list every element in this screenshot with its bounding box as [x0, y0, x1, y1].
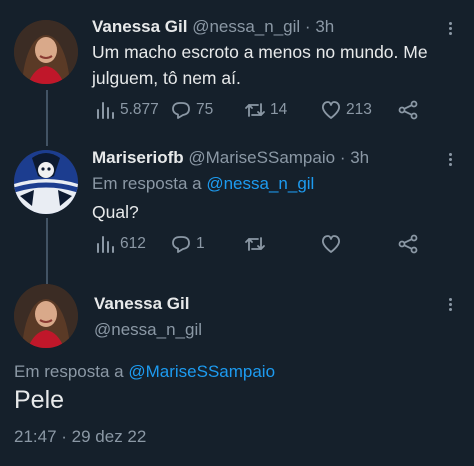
tweet-text: Qual?	[92, 202, 139, 222]
avatar[interactable]	[14, 150, 78, 214]
reply-prefix: Em resposta a	[92, 174, 202, 193]
tweet-time[interactable]: 3h	[315, 17, 334, 36]
reply-target-link[interactable]: @nessa_n_gil	[206, 174, 314, 193]
separator: ·	[339, 148, 346, 167]
views-count: 5.877	[120, 101, 159, 118]
reply-icon	[172, 236, 190, 253]
views-count: 612	[120, 235, 146, 252]
reply-count: 1	[196, 235, 205, 252]
tweet-timestamp[interactable]: 21:47 · 29 dez 22	[14, 427, 146, 447]
reply-prefix: Em resposta a	[14, 362, 124, 381]
reply-count: 75	[196, 101, 214, 118]
retweet-button[interactable]	[244, 233, 270, 255]
handle[interactable]: @MariseSSampaio	[188, 148, 335, 167]
like-icon	[322, 101, 340, 119]
more-icon[interactable]	[440, 18, 460, 38]
more-icon[interactable]	[440, 294, 460, 314]
display-name[interactable]: Vanessa Gil	[92, 17, 187, 36]
handle[interactable]: @nessa_n_gil	[94, 320, 202, 340]
reply-button[interactable]: 1	[170, 233, 205, 255]
retweet-button[interactable]: 14	[244, 99, 287, 121]
reply-target-link[interactable]: @MariseSSampaio	[128, 362, 275, 381]
handle[interactable]: @nessa_n_gil	[192, 17, 300, 36]
display-name[interactable]: Vanessa Gil	[94, 294, 189, 314]
like-button[interactable]: 213	[320, 99, 372, 121]
reply-icon	[172, 102, 190, 119]
display-name[interactable]: Mariseriofb	[92, 148, 184, 167]
tweet-header: Vanessa Gil @nessa_n_gil · 3h	[92, 17, 334, 37]
views-button[interactable]: 5.877	[94, 99, 159, 121]
like-button[interactable]	[320, 233, 346, 255]
views-icon	[97, 236, 114, 253]
like-count: 213	[346, 101, 372, 118]
more-icon[interactable]	[440, 149, 460, 169]
share-button[interactable]	[397, 99, 419, 121]
retweet-count: 14	[270, 101, 288, 118]
tweet-text-line: julguem, tô nem aí.	[92, 68, 241, 88]
tweet-text: Um macho escroto a menos no mundo. Me ju…	[92, 39, 428, 91]
views-button[interactable]: 612	[94, 233, 146, 255]
avatar[interactable]	[14, 284, 78, 348]
share-icon	[398, 100, 418, 120]
avatar[interactable]	[14, 20, 78, 84]
reply-context: Em resposta a @nessa_n_gil	[92, 174, 314, 194]
share-button[interactable]	[397, 233, 419, 255]
tweet-header: Mariseriofb @MariseSSampaio · 3h	[92, 148, 369, 168]
retweet-icon	[245, 237, 265, 251]
tweet-vanessa[interactable]: Vanessa Gil @nessa_n_gil · 3h Um macho e…	[0, 0, 474, 140]
reply-button[interactable]: 75	[170, 99, 213, 121]
reply-context: Em resposta a @MariseSSampaio	[14, 362, 275, 382]
tweet-text: Pele	[14, 386, 65, 414]
views-icon	[97, 102, 114, 119]
tweet-text-line: Um macho escroto a menos no mundo. Me	[92, 42, 428, 62]
tweet-mariseriofb[interactable]: Mariseriofb @MariseSSampaio · 3h Em resp…	[0, 140, 474, 274]
share-icon	[398, 234, 418, 254]
like-icon	[322, 235, 340, 253]
tweet-time[interactable]: 3h	[350, 148, 369, 167]
retweet-icon	[245, 103, 265, 117]
separator: ·	[304, 17, 311, 36]
